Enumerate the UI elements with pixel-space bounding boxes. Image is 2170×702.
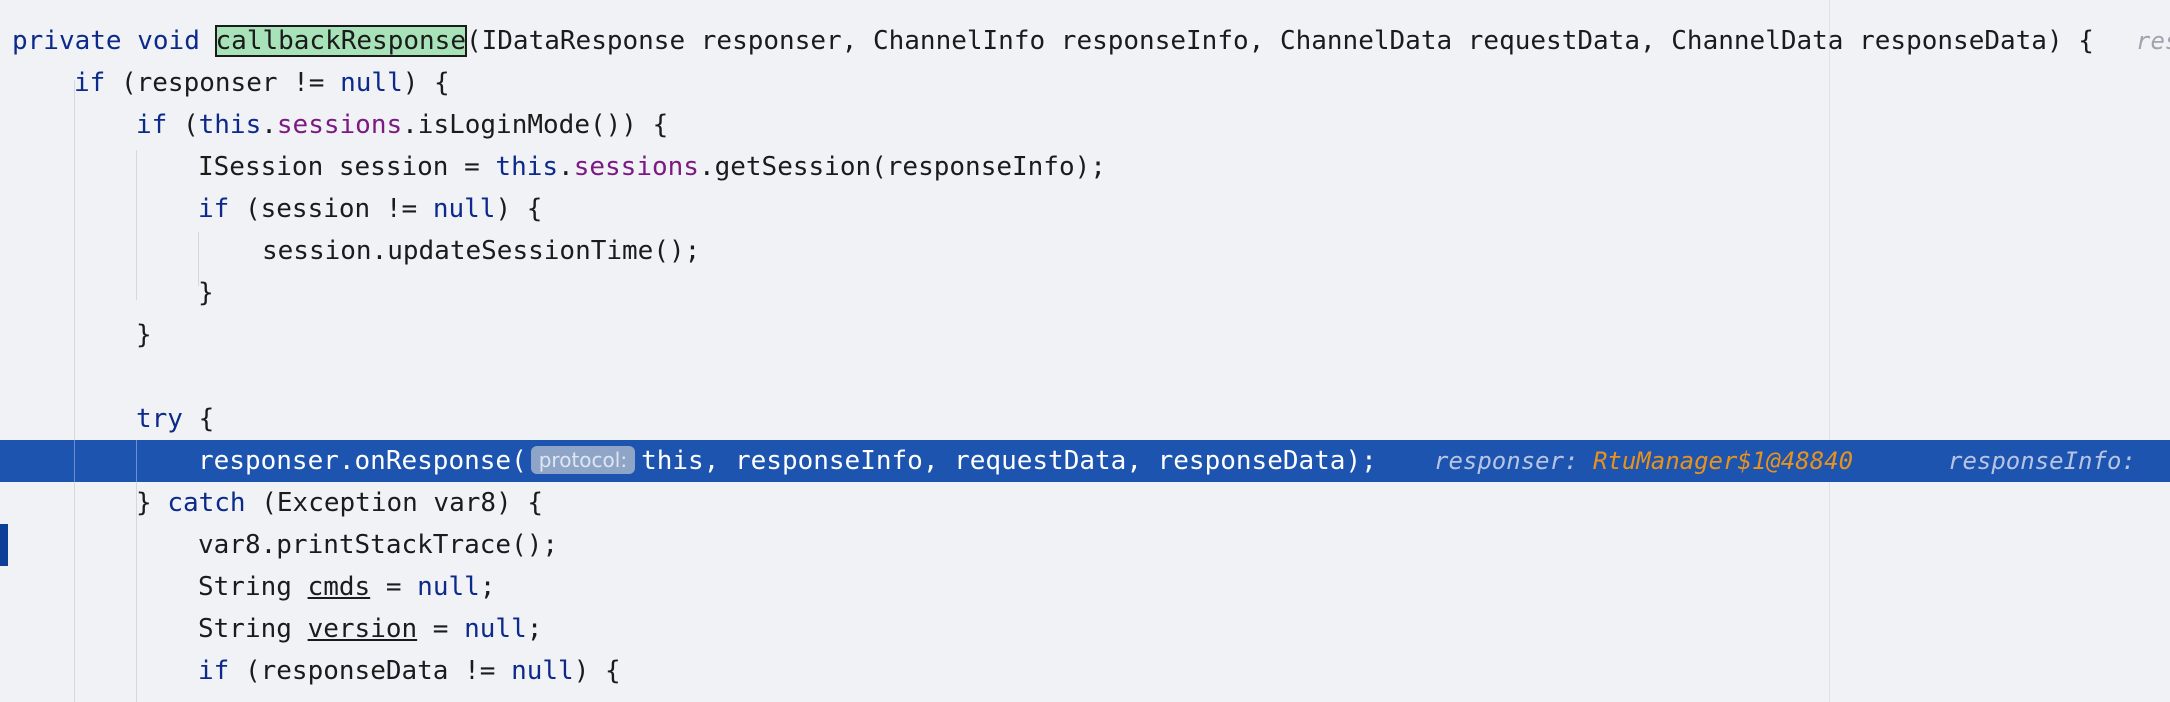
code-text: = — [370, 572, 418, 602]
inline-value-value: RtuManager$1@48840 — [1592, 447, 1854, 475]
variable-name: version — [307, 614, 418, 644]
indent-guide — [136, 440, 137, 482]
keyword: null — [464, 614, 527, 644]
code-text: } — [136, 488, 168, 518]
current-execution-line[interactable]: responser.onResponse(protocol: this, resp… — [0, 440, 2170, 566]
code-line[interactable]: if (this.sessions.isLoginMode()) { — [0, 104, 2170, 146]
code-text: { — [182, 404, 215, 434]
line-code: ISession session = this.sessions.getSess… — [198, 146, 1106, 188]
method-signature: (IDataResponse responser, ChannelInfo re… — [465, 26, 2094, 56]
code-text: . — [261, 110, 277, 140]
code-line[interactable]: session.updateSessionTime(); — [0, 230, 2170, 272]
inline-value-name: responseInfo: — [1948, 447, 2136, 475]
line-code: if (responser != null) { — [74, 62, 450, 104]
code-text: responser.onResponse( — [198, 446, 527, 476]
line-code: String cmds = null; — [198, 566, 495, 608]
debug-inline-value[interactable]: responser: RtuManager$1@48840 — [1434, 440, 1853, 482]
line-code: if (this.sessions.isLoginMode()) { — [136, 104, 668, 146]
code-line[interactable] — [0, 356, 2170, 398]
code-text: (session != — [229, 194, 433, 224]
keyword: void — [137, 26, 200, 56]
keyword: null — [340, 68, 403, 98]
code-text: this, responseInfo, requestData, respons… — [641, 446, 1377, 476]
code-line[interactable]: private void callbackResponse(IDataRespo… — [0, 20, 2170, 62]
code-text: ISession session = — [198, 152, 496, 182]
keyword: if — [198, 194, 230, 224]
keyword: try — [136, 404, 183, 434]
line-code: try { — [136, 398, 214, 440]
line-code: } — [136, 314, 152, 356]
keyword: if — [74, 68, 106, 98]
code-line[interactable]: if (session != null) { — [0, 188, 2170, 230]
keyword: if — [198, 656, 230, 686]
keyword: if — [136, 110, 168, 140]
keyword: null — [417, 572, 480, 602]
line-code: } catch (Exception var8) { — [136, 482, 543, 524]
code-line[interactable]: } — [0, 272, 2170, 314]
keyword: catch — [167, 488, 246, 518]
keyword: null — [432, 194, 496, 224]
code-text: .getSession(responseInfo); — [698, 152, 1106, 182]
code-text: ) { — [573, 656, 621, 686]
code-text: = — [417, 614, 465, 644]
keyword: null — [511, 656, 574, 686]
variable-name: cmds — [307, 572, 371, 602]
code-text: var8.printStackTrace(); — [198, 530, 559, 560]
code-line[interactable]: var8.printStackTrace(); — [0, 524, 2170, 566]
keyword: this — [198, 110, 262, 140]
code-text: String — [198, 572, 308, 602]
code-text: . — [558, 152, 574, 182]
code-text: ; — [479, 572, 496, 602]
line-code: responser.onResponse(protocol: this, resp… — [198, 440, 1377, 482]
code-text: (responser != — [105, 68, 341, 98]
debug-inline-value[interactable]: responseInfo: — [1948, 440, 2136, 482]
inline-value-name: responser: — [1434, 447, 1579, 475]
code-text: ( — [167, 110, 199, 140]
code-text: ) { — [495, 194, 543, 224]
code-line[interactable]: String version = null; — [0, 608, 2170, 650]
code-line[interactable]: } catch (Exception var8) { — [0, 482, 2170, 524]
code-line[interactable]: String cmds = null; — [0, 566, 2170, 608]
line-code: var8.printStackTrace(); — [198, 524, 558, 566]
line-code: session.updateSessionTime(); — [262, 230, 700, 272]
field-ref: sessions — [276, 110, 403, 140]
line-code: private void callbackResponse(IDataRespo… — [12, 20, 2094, 62]
code-text: String — [198, 614, 308, 644]
code-text: (Exception var8) { — [245, 488, 544, 518]
indent-guide — [74, 440, 75, 482]
code-line[interactable]: if (responseData != null) { — [0, 650, 2170, 692]
code-text: } — [136, 320, 152, 350]
field-ref: sessions — [573, 152, 699, 182]
code-text: session.updateSessionTime(); — [262, 236, 701, 266]
line-code: } — [198, 272, 214, 314]
parameter-name-hint: protocol: — [530, 446, 636, 474]
line-code: String version = null; — [198, 608, 542, 650]
keyword: this — [495, 152, 559, 182]
code-text: } — [198, 278, 214, 308]
line-code: if (responseData != null) { — [198, 650, 621, 692]
code-line[interactable]: } — [0, 314, 2170, 356]
code-line[interactable]: if (responser != null) { — [0, 62, 2170, 104]
inline-hint: res — [2136, 27, 2170, 55]
method-name-highlight[interactable]: callbackResponse — [214, 25, 467, 57]
code-line[interactable]: ISession session = this.sessions.getSess… — [0, 146, 2170, 188]
code-text: (responseData != — [229, 656, 512, 686]
code-text: .isLoginMode()) { — [402, 110, 669, 140]
code-line[interactable]: try { — [0, 398, 2170, 440]
code-editor[interactable]: private void callbackResponse(IDataRespo… — [0, 0, 2170, 702]
code-text: ; — [526, 614, 543, 644]
keyword: private — [12, 26, 122, 56]
line-code: if (session != null) { — [198, 188, 542, 230]
code-text: ) { — [402, 68, 450, 98]
